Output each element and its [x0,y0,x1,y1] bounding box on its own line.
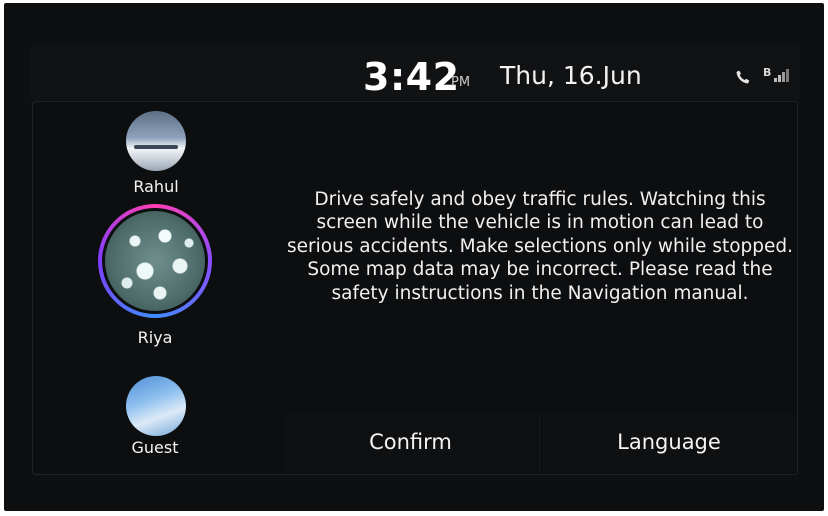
profile-name-guest[interactable]: Guest [132,438,179,457]
bluetooth-signal-icon: B [763,66,799,84]
profile-name-rahul[interactable]: Rahul [133,177,178,196]
safety-warning-text: Drive safely and obey traffic rules. Wat… [286,189,794,304]
avatar-image-riya [105,211,205,311]
button-divider [539,413,540,471]
clock-ampm: PM [451,75,471,90]
profile-avatar-riya[interactable] [98,204,212,318]
bluetooth-label: B [763,66,772,79]
clock-time: 3:42 [363,55,460,99]
profile-avatar-guest[interactable] [126,376,186,436]
profile-name-riya[interactable]: Riya [138,328,173,347]
profile-avatar-rahul[interactable] [126,111,186,171]
confirm-button[interactable]: Confirm [284,413,537,471]
language-button[interactable]: Language [543,413,795,471]
signal-bars-icon [774,69,789,82]
phone-icon [736,70,750,84]
date-display: Thu, 16.Jun [500,61,642,90]
